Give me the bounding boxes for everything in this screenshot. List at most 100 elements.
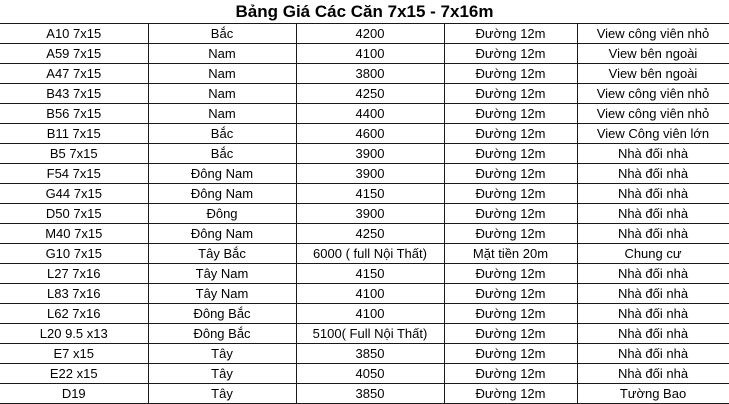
cell-road[interactable]: Đường 12m [443,183,578,204]
cell-road[interactable]: Đường 12m [443,143,578,164]
cell-direction[interactable]: Tây [147,363,297,384]
cell-price[interactable]: 4200 [295,24,445,44]
cell-unit-code[interactable]: D50 7x15 [0,203,149,224]
cell-view[interactable]: Nhà đối nhà [576,303,729,324]
cell-price[interactable]: 4400 [295,103,445,124]
cell-unit-code[interactable]: B5 7x15 [0,143,149,164]
cell-unit-code[interactable]: E7 x15 [0,343,149,364]
cell-direction[interactable]: Bắc [147,143,297,164]
cell-price[interactable]: 4050 [295,363,445,384]
cell-price[interactable]: 6000 ( full Nội Thất) [295,243,445,264]
cell-view[interactable]: Nhà đối nhà [576,363,729,384]
table-row: B5 7x15 Bắc 3900 Đường 12m Nhà đối nhà [0,143,729,164]
cell-price[interactable]: 4100 [295,43,445,64]
cell-road[interactable]: Đường 12m [443,103,578,124]
cell-view[interactable]: Nhà đối nhà [576,203,729,224]
cell-price[interactable]: 4150 [295,263,445,284]
cell-road[interactable]: Đường 12m [443,323,578,344]
cell-unit-code[interactable]: M40 7x15 [0,223,149,244]
cell-unit-code[interactable]: L62 7x16 [0,303,149,324]
cell-view[interactable]: Nhà đối nhà [576,183,729,204]
cell-road[interactable]: Đường 12m [443,223,578,244]
table-row: D19 Tây 3850 Đường 12m Tường Bao [0,383,729,404]
cell-unit-code[interactable]: F54 7x15 [0,163,149,184]
cell-unit-code[interactable]: A47 7x15 [0,63,149,84]
cell-road[interactable]: Đường 12m [443,363,578,384]
cell-road[interactable]: Đường 12m [443,163,578,184]
cell-view[interactable]: Nhà đối nhà [576,283,729,304]
cell-price[interactable]: 4150 [295,183,445,204]
cell-view[interactable]: Nhà đối nhà [576,163,729,184]
cell-unit-code[interactable]: B11 7x15 [0,123,149,144]
cell-price[interactable]: 3900 [295,203,445,224]
cell-price[interactable]: 3800 [295,63,445,84]
cell-unit-code[interactable]: G10 7x15 [0,243,149,264]
cell-road[interactable]: Đường 12m [443,43,578,64]
cell-road[interactable]: Đường 12m [443,303,578,324]
cell-road[interactable]: Đường 12m [443,263,578,284]
cell-price[interactable]: 4100 [295,303,445,324]
cell-unit-code[interactable]: G44 7x15 [0,183,149,204]
cell-direction[interactable]: Đông Bắc [147,323,297,344]
cell-view[interactable]: Chung cư [576,243,729,264]
cell-price[interactable]: 3850 [295,343,445,364]
cell-direction[interactable]: Tây Bắc [147,243,297,264]
cell-price[interactable]: 4250 [295,83,445,104]
cell-road[interactable]: Đường 12m [443,63,578,84]
cell-view[interactable]: Nhà đối nhà [576,343,729,364]
cell-price[interactable]: 3900 [295,163,445,184]
cell-price[interactable]: 3900 [295,143,445,164]
cell-road[interactable]: Mặt tiền 20m [443,243,578,264]
table-row: A10 7x15 Bắc 4200 Đường 12m View công viên n… [0,24,729,44]
cell-price[interactable]: 3850 [295,383,445,404]
cell-view[interactable]: View Công viên lớn [576,123,729,144]
cell-view[interactable]: Tường Bao [576,383,729,404]
cell-direction[interactable]: Nam [147,103,297,124]
cell-road[interactable]: Đường 12m [443,283,578,304]
cell-direction[interactable]: Bắc [147,24,297,44]
cell-direction[interactable]: Tây [147,383,297,404]
cell-price[interactable]: 5100( Full Nội Thất) [295,323,445,344]
cell-view[interactable]: View công viên nhỏ [576,24,729,44]
cell-price[interactable]: 4100 [295,283,445,304]
cell-road[interactable]: Đường 12m [443,343,578,364]
cell-road[interactable]: Đường 12m [443,203,578,224]
cell-road[interactable]: Đường 12m [443,123,578,144]
cell-direction[interactable]: Nam [147,63,297,84]
cell-road[interactable]: Đường 12m [443,83,578,104]
cell-view[interactable]: View bên ngoài [576,63,729,84]
cell-view[interactable]: Nhà đối nhà [576,223,729,244]
cell-direction[interactable]: Đông [147,203,297,224]
cell-unit-code[interactable]: A10 7x15 [0,24,149,44]
cell-unit-code[interactable]: D19 [0,383,149,404]
cell-direction[interactable]: Nam [147,43,297,64]
cell-direction[interactable]: Nam [147,83,297,104]
cell-view[interactable]: Nhà đối nhà [576,323,729,344]
cell-unit-code[interactable]: L20 9.5 x13 [0,323,149,344]
cell-direction[interactable]: Đông Nam [147,183,297,204]
cell-unit-code[interactable]: A59 7x15 [0,43,149,64]
cell-direction[interactable]: Tây Nam [147,283,297,304]
cell-view[interactable]: View bên ngoài [576,43,729,64]
cell-direction[interactable]: Bắc [147,123,297,144]
cell-unit-code[interactable]: B43 7x15 [0,83,149,104]
cell-direction[interactable]: Tây [147,343,297,364]
cell-price[interactable]: 4250 [295,223,445,244]
cell-view[interactable]: Nhà đối nhà [576,143,729,164]
cell-view[interactable]: View công viên nhỏ [576,83,729,104]
cell-road[interactable]: Đường 12m [443,24,578,44]
cell-unit-code[interactable]: E22 x15 [0,363,149,384]
cell-direction[interactable]: Tây Nam [147,263,297,284]
cell-view[interactable]: Nhà đối nhà [576,263,729,284]
cell-direction[interactable]: Đông Bắc [147,303,297,324]
cell-view[interactable]: View công viên nhỏ [576,103,729,124]
cell-price[interactable]: 4600 [295,123,445,144]
table-row: G10 7x15 Tây Bắc 6000 ( full Nội Thất) Mặt … [0,243,729,264]
cell-unit-code[interactable]: B56 7x15 [0,103,149,124]
cell-road[interactable]: Đường 12m [443,383,578,404]
table-row: G44 7x15 Đông Nam 4150 Đường 12m Nhà đối nhà [0,183,729,204]
cell-direction[interactable]: Đông Nam [147,163,297,184]
cell-direction[interactable]: Đông Nam [147,223,297,244]
cell-unit-code[interactable]: L83 7x16 [0,283,149,304]
cell-unit-code[interactable]: L27 7x16 [0,263,149,284]
